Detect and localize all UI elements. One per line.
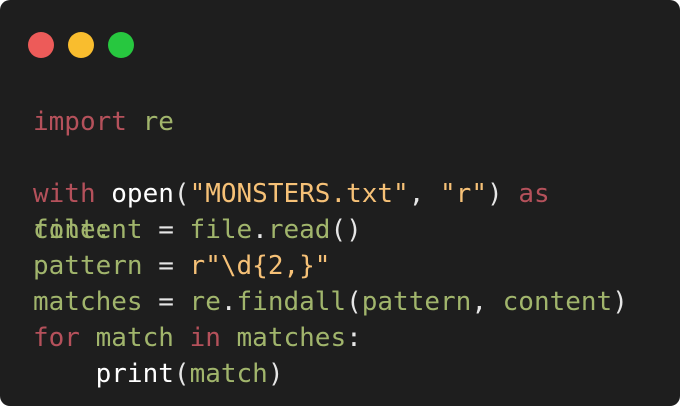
- code-line-1: import re: [33, 104, 628, 140]
- paren-close: ): [267, 359, 284, 389]
- maximize-button[interactable]: [108, 32, 134, 58]
- code-line-6: matches = re.findall(pattern, content): [33, 284, 628, 320]
- module-name: re: [142, 107, 174, 137]
- string-filename: "MONSTERS.txt": [189, 179, 409, 209]
- overlapped-text-file: file:: [33, 215, 112, 245]
- function-open: open: [111, 179, 174, 209]
- window-controls: [28, 32, 134, 58]
- paren-open: (: [173, 179, 190, 209]
- code-line-3: with open("MONSTERS.txt", "r") as: [33, 176, 628, 212]
- paren-open: (: [346, 287, 362, 317]
- minimize-button[interactable]: [68, 32, 94, 58]
- dot: .: [252, 215, 268, 245]
- close-button[interactable]: [28, 32, 54, 58]
- code-line-7: for match in matches:: [33, 320, 628, 356]
- keyword-as: as: [518, 179, 550, 209]
- parens: (): [330, 215, 362, 245]
- paren-open: (: [173, 359, 190, 389]
- method-findall: findall: [236, 287, 347, 317]
- colon: :: [346, 323, 362, 353]
- code-line-2-blank: [33, 140, 628, 176]
- paren-close: ): [487, 179, 503, 209]
- keyword-for: for: [33, 323, 80, 353]
- paren-close: ): [612, 287, 628, 317]
- code-line-4: file: content = file.read(): [33, 212, 628, 248]
- iterable-matches: matches: [236, 323, 347, 353]
- code-line-8: print(match): [33, 356, 628, 392]
- function-print: print: [95, 359, 174, 389]
- code-line-5: pattern = r"\d{2,}": [33, 248, 628, 284]
- variable-match: match: [95, 323, 174, 353]
- object-file: file: [189, 215, 253, 245]
- arg-match: match: [189, 359, 268, 389]
- code-block: import re with open("MONSTERS.txt", "r")…: [33, 104, 628, 392]
- assign-op: =: [142, 215, 190, 245]
- comma: ,: [471, 287, 503, 317]
- code-window: import re with open("MONSTERS.txt", "r")…: [0, 0, 680, 406]
- module-re: re: [189, 287, 221, 317]
- method-read: read: [267, 215, 331, 245]
- comma: ,: [408, 179, 441, 209]
- string-regex: r"\d{2,}": [189, 251, 331, 281]
- variable-pattern: pattern: [33, 251, 143, 281]
- keyword-with: with: [33, 179, 96, 209]
- assign-op: =: [142, 287, 190, 317]
- keyword-import: import: [33, 107, 127, 137]
- string-mode: "r": [440, 179, 487, 209]
- variable-matches: matches: [33, 287, 143, 317]
- arg-pattern: pattern: [361, 287, 472, 317]
- assign-op: =: [142, 251, 190, 281]
- dot: .: [220, 287, 237, 317]
- keyword-in: in: [189, 323, 221, 353]
- arg-content: content: [502, 287, 613, 317]
